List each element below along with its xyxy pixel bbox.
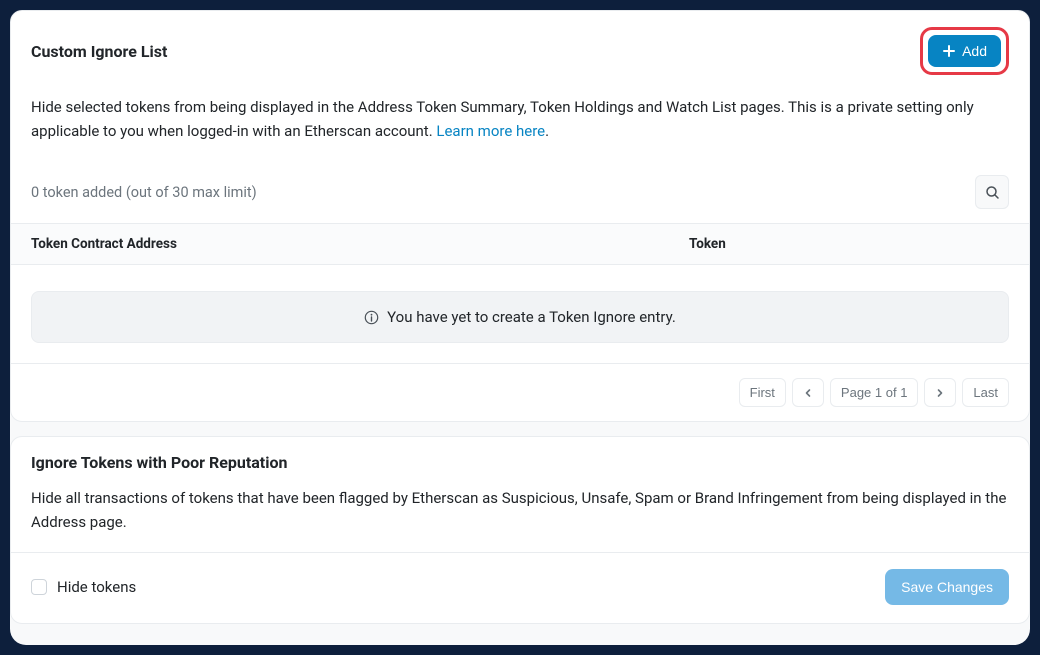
card-body: Hide selected tokens from being displaye… bbox=[11, 87, 1029, 175]
period: . bbox=[545, 122, 549, 140]
save-changes-button[interactable]: Save Changes bbox=[885, 569, 1009, 605]
column-header-token: Token bbox=[689, 236, 1009, 252]
custom-ignore-list-card: Custom Ignore List Add Hide selected tok… bbox=[10, 10, 1030, 422]
description-text: Hide all transactions of tokens that hav… bbox=[31, 486, 1009, 534]
search-icon bbox=[985, 185, 1000, 200]
ignore-poor-reputation-card: Ignore Tokens with Poor Reputation Hide … bbox=[10, 436, 1030, 624]
pagination-page-info[interactable]: Page 1 of 1 bbox=[830, 378, 919, 407]
description-text: Hide selected tokens from being displaye… bbox=[31, 95, 1009, 143]
empty-state: You have yet to create a Token Ignore en… bbox=[31, 291, 1009, 343]
card-body: Hide all transactions of tokens that hav… bbox=[11, 478, 1029, 552]
hide-tokens-label: Hide tokens bbox=[57, 578, 136, 596]
table-header: Token Contract Address Token bbox=[11, 223, 1029, 265]
learn-more-link[interactable]: Learn more here bbox=[436, 122, 545, 140]
empty-state-wrapper: You have yet to create a Token Ignore en… bbox=[11, 265, 1029, 363]
card-title: Custom Ignore List bbox=[31, 42, 167, 61]
hide-tokens-checkbox[interactable] bbox=[31, 579, 47, 595]
info-icon bbox=[364, 310, 379, 325]
add-button[interactable]: Add bbox=[928, 35, 1001, 67]
card-header: Custom Ignore List Add bbox=[11, 11, 1029, 87]
add-button-highlight: Add bbox=[920, 27, 1009, 75]
column-header-address: Token Contract Address bbox=[31, 236, 689, 252]
checkbox-row: Hide tokens Save Changes bbox=[11, 552, 1029, 623]
card-header: Ignore Tokens with Poor Reputation bbox=[11, 437, 1029, 478]
search-button[interactable] bbox=[975, 175, 1009, 209]
status-row: 0 token added (out of 30 max limit) bbox=[11, 175, 1029, 223]
hide-tokens-group: Hide tokens bbox=[31, 578, 136, 596]
empty-message: You have yet to create a Token Ignore en… bbox=[387, 308, 676, 326]
chevron-left-icon bbox=[803, 388, 813, 398]
pagination-next-button[interactable] bbox=[924, 378, 956, 407]
pagination-last-button[interactable]: Last bbox=[962, 378, 1009, 407]
add-button-label: Add bbox=[962, 43, 987, 59]
card-title: Ignore Tokens with Poor Reputation bbox=[31, 453, 287, 472]
token-count-status: 0 token added (out of 30 max limit) bbox=[31, 184, 257, 201]
chevron-right-icon bbox=[935, 388, 945, 398]
pagination-prev-button[interactable] bbox=[792, 378, 824, 407]
pagination-first-button[interactable]: First bbox=[739, 378, 786, 407]
pagination: First Page 1 of 1 Last bbox=[11, 363, 1029, 421]
plus-icon bbox=[942, 44, 956, 58]
